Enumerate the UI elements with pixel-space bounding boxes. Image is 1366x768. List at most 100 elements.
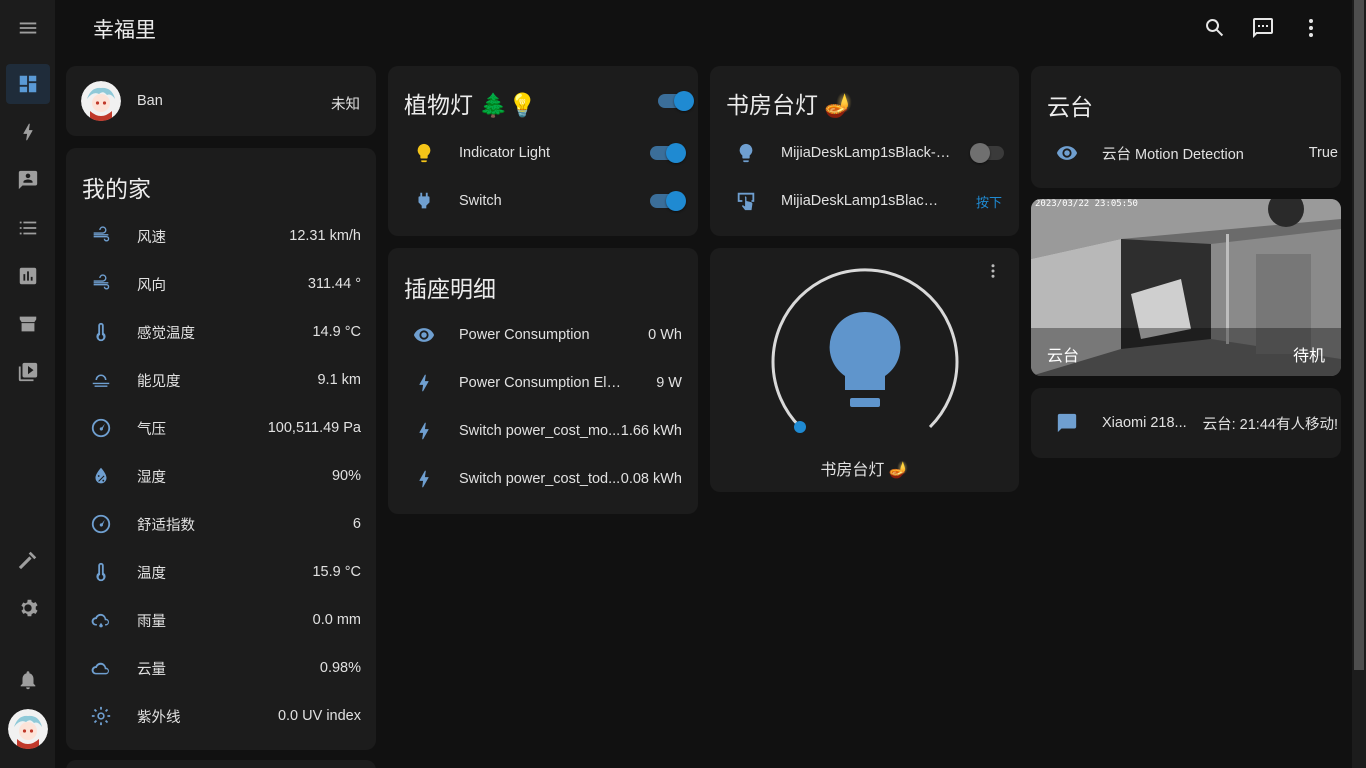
entity-row[interactable]: 湿度 90% — [89, 452, 361, 500]
power-plug-icon — [418, 192, 430, 209]
rain-cloud-icon — [91, 613, 109, 628]
sidebar — [0, 0, 56, 768]
humidity-icon — [95, 467, 107, 484]
entity-row[interactable]: Switch — [412, 177, 686, 225]
light-tile-card[interactable]: 书房台灯 🪔 — [710, 248, 1019, 492]
entity-row[interactable]: 舒适指数 6 — [89, 500, 361, 548]
next-card — [66, 760, 376, 768]
entity-row[interactable]: 感觉温度 14.9 °C — [89, 308, 361, 356]
entity-row[interactable]: 温度 15.9 °C — [89, 548, 361, 596]
entity-row[interactable]: MijiaDeskLamp1sBlack-8... — [734, 129, 1004, 177]
entity-name: 云量 — [137, 661, 166, 678]
entity-row[interactable]: Power Consumption Electric 9 W — [412, 359, 682, 407]
entity-value: 12.31 km/h — [289, 228, 361, 244]
user-avatar — [81, 81, 121, 121]
entity-value: 311.44 ° — [307, 276, 361, 292]
menu-button[interactable] — [6, 8, 50, 48]
entity-name: 气压 — [137, 421, 166, 438]
entity-row[interactable]: Power Consumption 0 Wh — [412, 311, 682, 359]
user-card[interactable]: Ban 未知 — [66, 66, 376, 136]
entity-row[interactable]: 能见度 9.1 km — [89, 356, 361, 404]
assist-button[interactable] — [1250, 14, 1276, 42]
sidebar-item-logbook[interactable] — [6, 160, 50, 200]
entity-row[interactable]: MijiaDeskLamp1sBlack-... 按下 — [734, 177, 1002, 225]
gesture-tap-button-icon — [737, 192, 755, 211]
entity-row[interactable]: 雨量 0.0 mm — [89, 596, 361, 644]
dashboard-icon — [19, 75, 37, 93]
sidebar-item-settings[interactable] — [6, 588, 50, 628]
lightbulb-icon — [739, 143, 753, 163]
entity-row[interactable]: Xiaomi 218... 云台: 21:44有人移动! — [1055, 399, 1338, 447]
wind-icon — [93, 226, 110, 242]
more-options-button[interactable] — [1298, 14, 1324, 42]
press-button[interactable]: 按下 — [976, 192, 1002, 211]
search-button[interactable] — [1202, 14, 1228, 42]
entity-row[interactable]: 云量 0.98% — [89, 644, 361, 692]
entity-row[interactable]: 气压 100,511.49 Pa — [89, 404, 361, 452]
camera-card[interactable]: 2023/03/22 23:05:50 云台 待机 — [1031, 199, 1341, 376]
entity-name: 紫外线 — [137, 709, 181, 726]
plant-light-card: 植物灯 🌲💡 Indicator Light Switch — [388, 66, 698, 236]
hacs-icon — [19, 316, 37, 332]
account-box-icon — [18, 170, 38, 190]
card-title: 插座明细 — [404, 276, 496, 302]
entity-row[interactable]: 紫外线 0.0 UV index — [89, 692, 361, 740]
card-title: 书房台灯 🪔 — [726, 92, 854, 118]
sidebar-item-developer[interactable] — [6, 540, 50, 580]
entity-value: 9.1 km — [317, 372, 361, 388]
eye-icon — [1056, 146, 1078, 160]
anime-avatar-icon — [81, 81, 121, 121]
profile-avatar[interactable] — [8, 709, 48, 749]
entity-value: 0.08 kWh — [620, 471, 682, 487]
fog-icon — [92, 374, 110, 387]
sidebar-item-list[interactable] — [6, 208, 50, 248]
entity-row[interactable]: 云台 Motion Detection True — [1055, 129, 1338, 177]
sidebar-item-notifications[interactable] — [6, 660, 50, 700]
entity-name: 舒适指数 — [137, 517, 195, 534]
entity-row[interactable]: Switch power_cost_tod... 0.08 kWh — [412, 455, 682, 503]
scrollbar[interactable] — [1352, 0, 1366, 768]
scrollbar-thumb[interactable] — [1354, 0, 1364, 670]
gauge-icon — [91, 514, 111, 534]
sidebar-item-media[interactable] — [6, 352, 50, 392]
entity-value: 0.98% — [319, 660, 361, 676]
sidebar-item-history[interactable] — [6, 256, 50, 296]
gauge-icon — [91, 418, 111, 438]
light-name: 书房台灯 🪔 — [820, 462, 909, 479]
menu-icon — [19, 22, 37, 34]
top-app-bar: 幸福里 — [56, 0, 1352, 56]
entity-value: True — [1308, 145, 1338, 161]
entity-row[interactable]: 风向 311.44 ° — [89, 260, 361, 308]
sidebar-item-energy[interactable] — [6, 112, 50, 152]
list-icon — [19, 221, 37, 235]
socket-detail-card: 插座明细 Power Consumption 0 Wh Power Consumpt… — [388, 248, 698, 514]
indicator-light-toggle[interactable] — [650, 143, 686, 163]
entity-value: 0 Wh — [648, 327, 682, 343]
entity-name: 温度 — [137, 565, 166, 582]
user-name: Ban — [137, 93, 163, 109]
thermometer-icon — [96, 322, 106, 342]
switch-toggle[interactable] — [650, 191, 686, 211]
search-icon — [1206, 19, 1224, 37]
entity-name: 湿度 — [137, 469, 166, 486]
message-icon — [1057, 413, 1077, 433]
entity-value: 6 — [352, 516, 361, 532]
plant-group-toggle[interactable] — [658, 91, 694, 111]
chart-icon — [19, 267, 37, 285]
sidebar-item-overview[interactable] — [6, 64, 50, 104]
dots-vertical-icon[interactable] — [981, 262, 1005, 280]
lightning-icon — [419, 470, 429, 488]
entity-name: 感觉温度 — [137, 325, 195, 342]
entity-row[interactable]: Switch power_cost_mo... 1.66 kWh — [412, 407, 682, 455]
entity-row[interactable]: Indicator Light — [412, 129, 686, 177]
sidebar-item-hacs[interactable] — [6, 304, 50, 344]
desk-lamp-toggle[interactable] — [970, 143, 1006, 163]
camera-name: 云台 — [1047, 348, 1080, 365]
entity-name: MijiaDeskLamp1sBlack-8... — [781, 145, 953, 161]
entity-name: 云台 Motion Detection — [1102, 146, 1244, 163]
entity-row[interactable]: 风速 12.31 km/h — [89, 212, 361, 260]
entity-value: 100,511.49 Pa — [267, 420, 361, 436]
entity-value: 9 W — [656, 375, 682, 391]
brightness-dial[interactable] — [769, 268, 961, 460]
dial-handle[interactable] — [794, 421, 806, 433]
